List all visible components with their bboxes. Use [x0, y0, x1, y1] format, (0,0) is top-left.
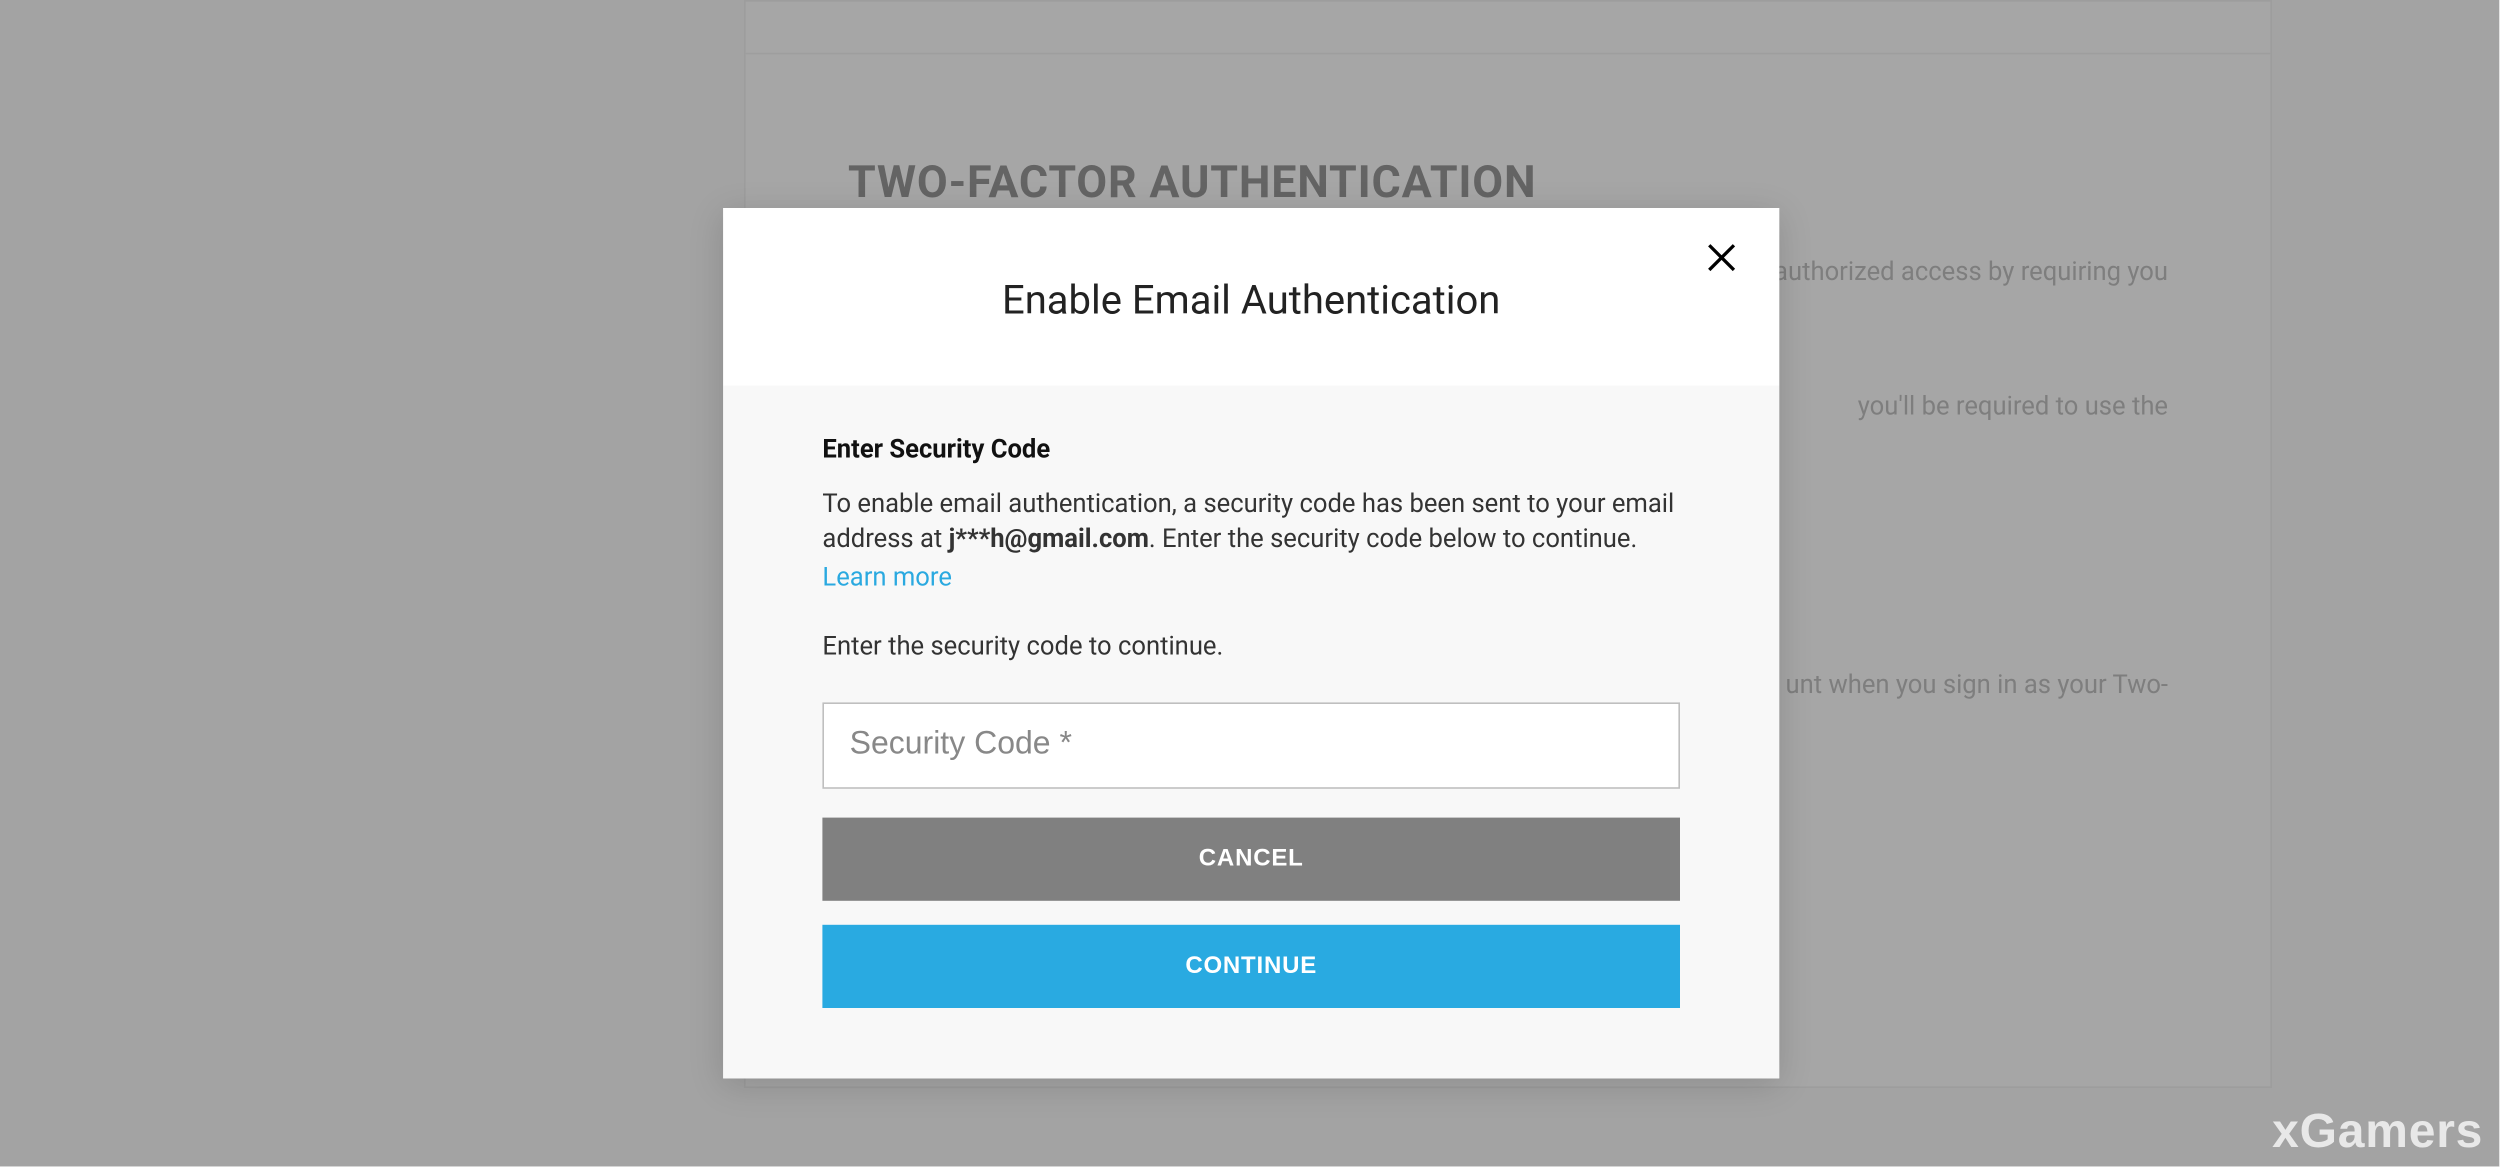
masked-email: j***h@gmail.com — [949, 524, 1149, 554]
modal-description: To enable email authentication, a securi… — [822, 486, 1680, 558]
modal-title: Enable Email Authentication — [771, 278, 1731, 324]
enable-email-auth-modal: Enable Email Authentication Enter Securi… — [723, 208, 1779, 1078]
modal-header: Enable Email Authentication — [723, 208, 1779, 386]
security-code-input[interactable] — [822, 702, 1680, 788]
learn-more-link[interactable]: Learn more — [822, 561, 952, 591]
watermark-text: xGamers — [2272, 1106, 2483, 1160]
cancel-button[interactable]: CANCEL — [822, 817, 1680, 900]
modal-desc-part-2: . Enter the security code below to conti… — [1149, 524, 1637, 554]
close-icon — [1707, 242, 1736, 276]
continue-button[interactable]: CONTINUE — [822, 924, 1680, 1007]
modal-prompt: Enter the security code to continue. — [822, 630, 1680, 660]
modal-subheading: Enter Security Code — [822, 434, 1680, 464]
modal-body: Enter Security Code To enable email auth… — [723, 386, 1779, 1078]
close-button[interactable] — [1699, 237, 1744, 282]
